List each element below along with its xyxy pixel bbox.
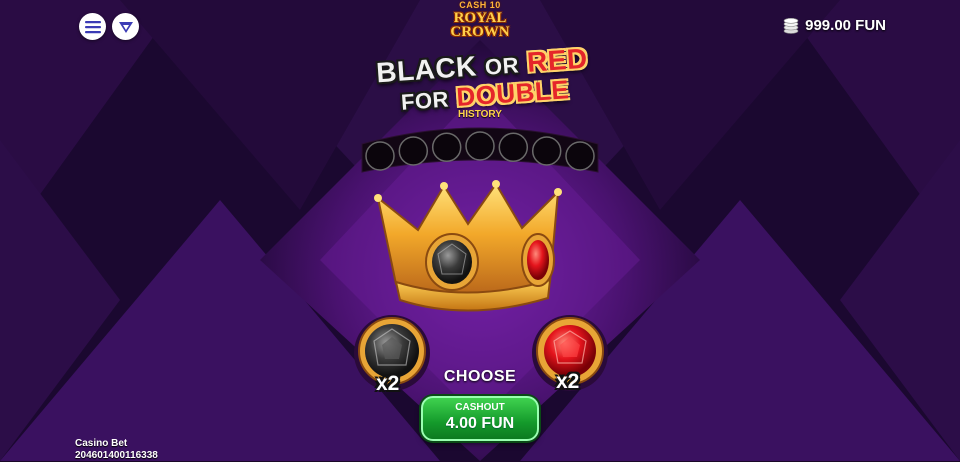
footer-title: Casino Bet (75, 438, 128, 449)
headline-word-double: DOUBLE (455, 74, 571, 112)
balance-amount: 999.00 FUN (805, 17, 886, 34)
coin-stack-icon (783, 17, 799, 34)
game-logo: CASH 10 ROYAL CROWN (416, 0, 544, 42)
history-slot (498, 132, 529, 163)
crown-image (374, 180, 562, 312)
footer-session-id: 204601400116338 (75, 450, 158, 461)
cashout-button[interactable]: CASHOUT 4.00 FUN (421, 396, 539, 441)
footer-info: Casino Bet 204601400116338 (75, 438, 158, 462)
headline-word-or: OR (484, 52, 520, 80)
logo-title-line2: CROWN (450, 24, 510, 40)
brand-logo-icon (118, 21, 133, 33)
logo-title: ROYAL CROWN (416, 11, 544, 40)
history-slot (365, 141, 395, 171)
history-slot (565, 141, 595, 171)
brand-button[interactable] (112, 13, 139, 40)
black-multiplier: x2 (376, 372, 400, 395)
headline-word-red: RED (525, 42, 589, 78)
history-slot (531, 136, 562, 166)
balance-display: 999.00 FUN (782, 17, 886, 34)
cashout-label: CASHOUT (455, 402, 505, 413)
history-bar (361, 127, 599, 173)
choose-label: CHOOSE (443, 368, 517, 385)
red-multiplier: x2 (556, 370, 580, 393)
hamburger-menu-icon (84, 20, 101, 33)
menu-button[interactable] (79, 13, 106, 40)
history-slot (398, 136, 429, 166)
history-slot (465, 131, 495, 161)
cashout-amount: 4.00 FUN (445, 415, 515, 432)
history-slot (431, 132, 462, 163)
